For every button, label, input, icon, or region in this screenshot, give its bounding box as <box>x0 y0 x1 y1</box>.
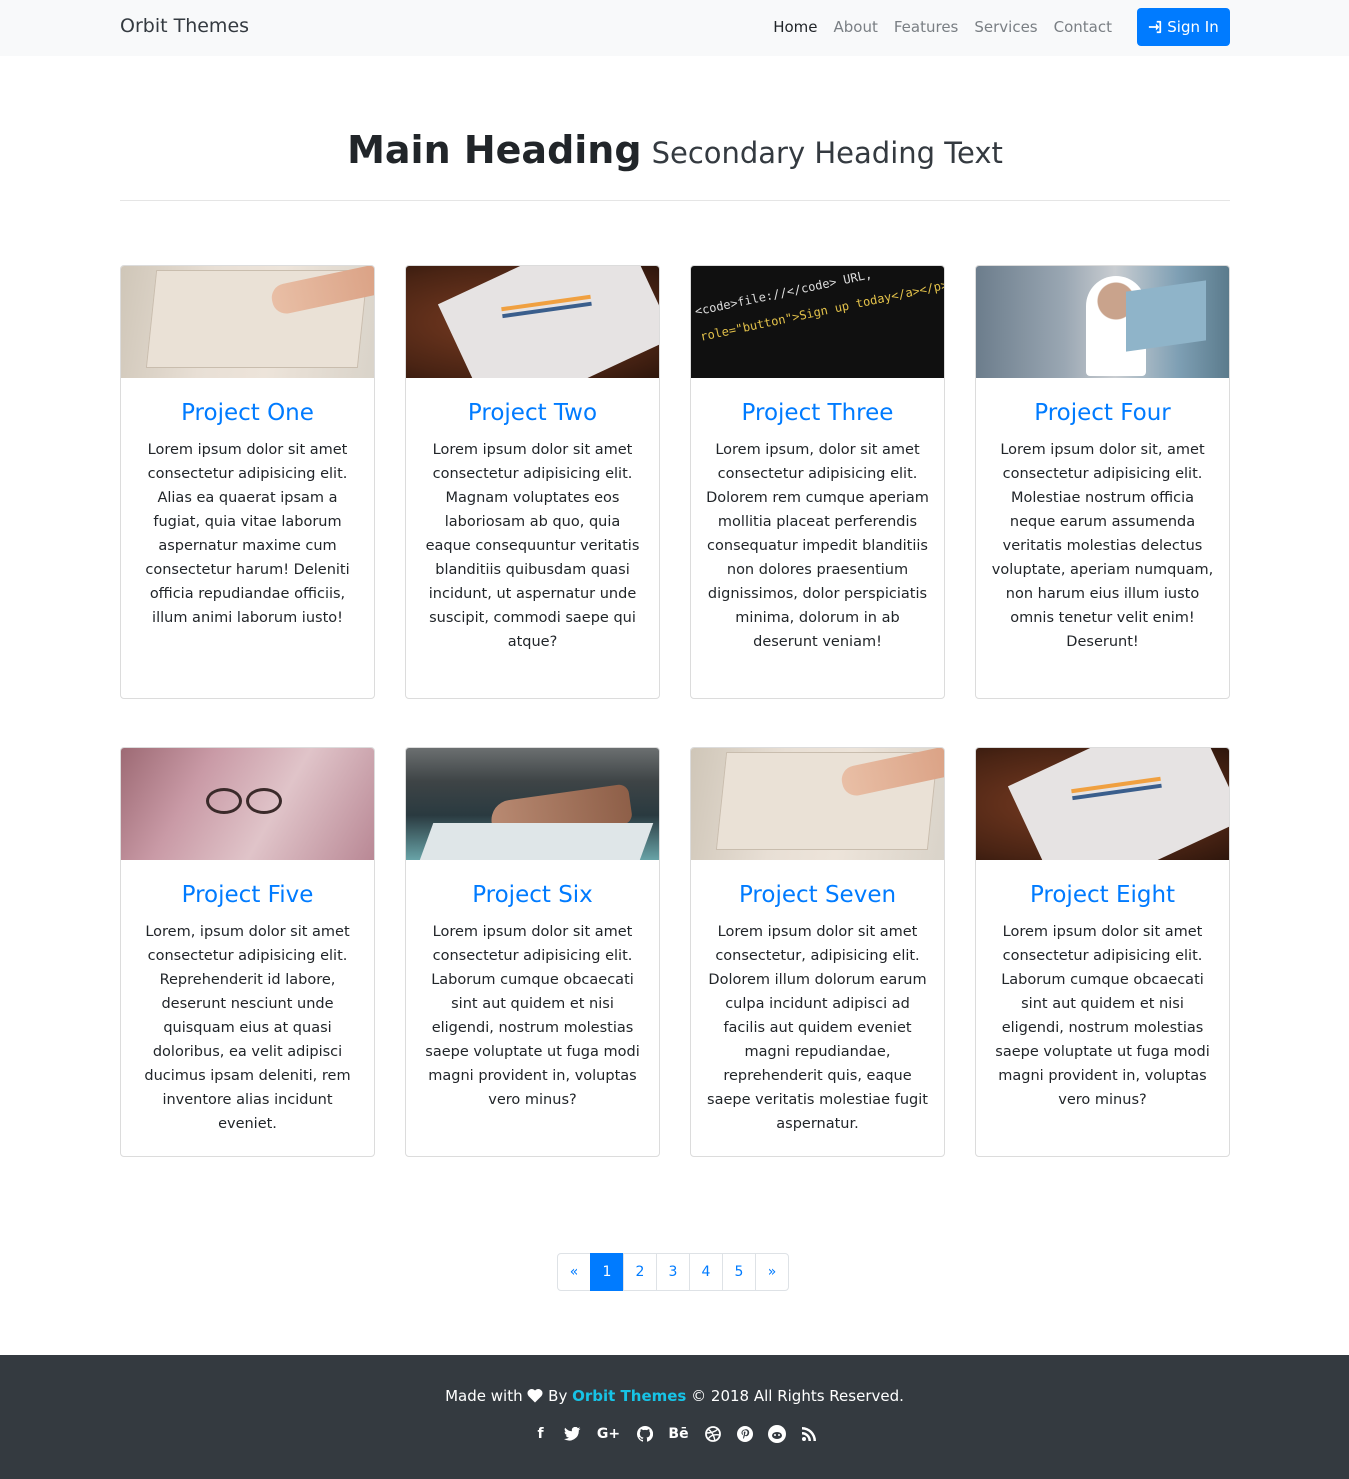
heart-icon <box>527 1388 543 1403</box>
brand-logo[interactable]: Orbit Themes <box>120 15 249 37</box>
google-plus-icon[interactable]: G+ <box>596 1425 622 1443</box>
footer: Made with By Orbit Themes © 2018 All Rig… <box>0 1355 1349 1479</box>
navbar: Orbit Themes Home About Features Service… <box>0 0 1349 56</box>
nav-link-features[interactable]: Features <box>894 18 959 36</box>
project-image <box>691 748 944 860</box>
project-image: <code>file://</code> URL, role="button">… <box>691 266 944 378</box>
pagination-next[interactable]: » <box>755 1253 789 1291</box>
project-image <box>406 266 659 378</box>
footer-made-with: Made with <box>445 1387 523 1405</box>
project-image <box>976 748 1229 860</box>
secondary-heading: Secondary Heading Text <box>651 136 1003 170</box>
pinterest-icon[interactable] <box>736 1425 754 1443</box>
page-heading: Main Heading Secondary Heading Text <box>120 128 1230 172</box>
project-card[interactable]: Project One Lorem ipsum dolor sit amet c… <box>120 265 375 699</box>
facebook-icon[interactable]: f <box>532 1425 550 1443</box>
project-card[interactable]: Project Four Lorem ipsum dolor sit, amet… <box>975 265 1230 699</box>
project-card[interactable]: <code>file://</code> URL, role="button">… <box>690 265 945 699</box>
nav-link-about[interactable]: About <box>834 18 878 36</box>
project-description: Lorem ipsum, dolor sit amet consectetur … <box>706 442 929 650</box>
project-description: Lorem ipsum dolor sit amet consectetur, … <box>707 924 928 1132</box>
project-image <box>976 266 1229 378</box>
project-title[interactable]: Project Five <box>135 880 360 910</box>
nav-link-contact[interactable]: Contact <box>1054 18 1112 36</box>
footer-copyright: © 2018 All Rights Reserved. <box>691 1387 904 1405</box>
code-image-text: <code>file://</code> URL, role="button">… <box>693 267 944 344</box>
pagination-page-1[interactable]: 1 <box>590 1253 624 1291</box>
project-card[interactable]: Project Five Lorem, ipsum dolor sit amet… <box>120 747 375 1157</box>
pagination-page-2[interactable]: 2 <box>623 1253 657 1291</box>
project-card[interactable]: Project Seven Lorem ipsum dolor sit amet… <box>690 747 945 1157</box>
project-card[interactable]: Project Two Lorem ipsum dolor sit amet c… <box>405 265 660 699</box>
project-description: Lorem, ipsum dolor sit amet consectetur … <box>144 924 351 1132</box>
project-title[interactable]: Project Three <box>705 398 930 428</box>
social-links: f G+ Bē <box>0 1425 1349 1443</box>
pagination-page-4[interactable]: 4 <box>689 1253 723 1291</box>
project-title[interactable]: Project One <box>135 398 360 428</box>
project-description: Lorem ipsum dolor sit amet consectetur a… <box>425 442 640 650</box>
behance-icon[interactable]: Bē <box>668 1425 690 1443</box>
project-title[interactable]: Project Two <box>420 398 645 428</box>
project-image <box>121 266 374 378</box>
project-title[interactable]: Project Eight <box>990 880 1215 910</box>
nav-link-services[interactable]: Services <box>974 18 1037 36</box>
project-description: Lorem ipsum dolor sit amet consectetur a… <box>995 924 1210 1108</box>
rss-icon[interactable] <box>800 1425 818 1443</box>
footer-credits: Made with By Orbit Themes © 2018 All Rig… <box>0 1387 1349 1405</box>
twitter-icon[interactable] <box>564 1425 582 1443</box>
heading-divider <box>120 200 1230 201</box>
project-card[interactable]: Project Eight Lorem ipsum dolor sit amet… <box>975 747 1230 1157</box>
pagination: « 1 2 3 4 5 » <box>557 1253 789 1291</box>
project-description: Lorem ipsum dolor sit, amet consectetur … <box>991 442 1214 650</box>
nav-link-home[interactable]: Home <box>773 18 817 36</box>
nav-links: Home About Features Services Contact <box>773 18 1112 36</box>
footer-org-link[interactable]: Orbit Themes <box>572 1387 686 1405</box>
project-card[interactable]: Project Six Lorem ipsum dolor sit amet c… <box>405 747 660 1157</box>
footer-by: By <box>548 1387 568 1405</box>
sign-in-icon <box>1149 20 1162 34</box>
pagination-page-5[interactable]: 5 <box>722 1253 756 1291</box>
dribbble-icon[interactable] <box>704 1425 722 1443</box>
project-title[interactable]: Project Four <box>990 398 1215 428</box>
project-image <box>121 748 374 860</box>
project-title[interactable]: Project Six <box>420 880 645 910</box>
github-icon[interactable] <box>636 1425 654 1443</box>
pagination-prev[interactable]: « <box>557 1253 591 1291</box>
project-title[interactable]: Project Seven <box>705 880 930 910</box>
reddit-icon[interactable] <box>767 1425 786 1443</box>
pagination-page-3[interactable]: 3 <box>656 1253 690 1291</box>
sign-in-button[interactable]: Sign In <box>1137 8 1230 46</box>
sign-in-label: Sign In <box>1167 18 1219 36</box>
project-description: Lorem ipsum dolor sit amet consectetur a… <box>425 924 640 1108</box>
project-description: Lorem ipsum dolor sit amet consectetur a… <box>145 442 350 626</box>
main-heading: Main Heading <box>347 128 642 172</box>
project-image <box>406 748 659 860</box>
